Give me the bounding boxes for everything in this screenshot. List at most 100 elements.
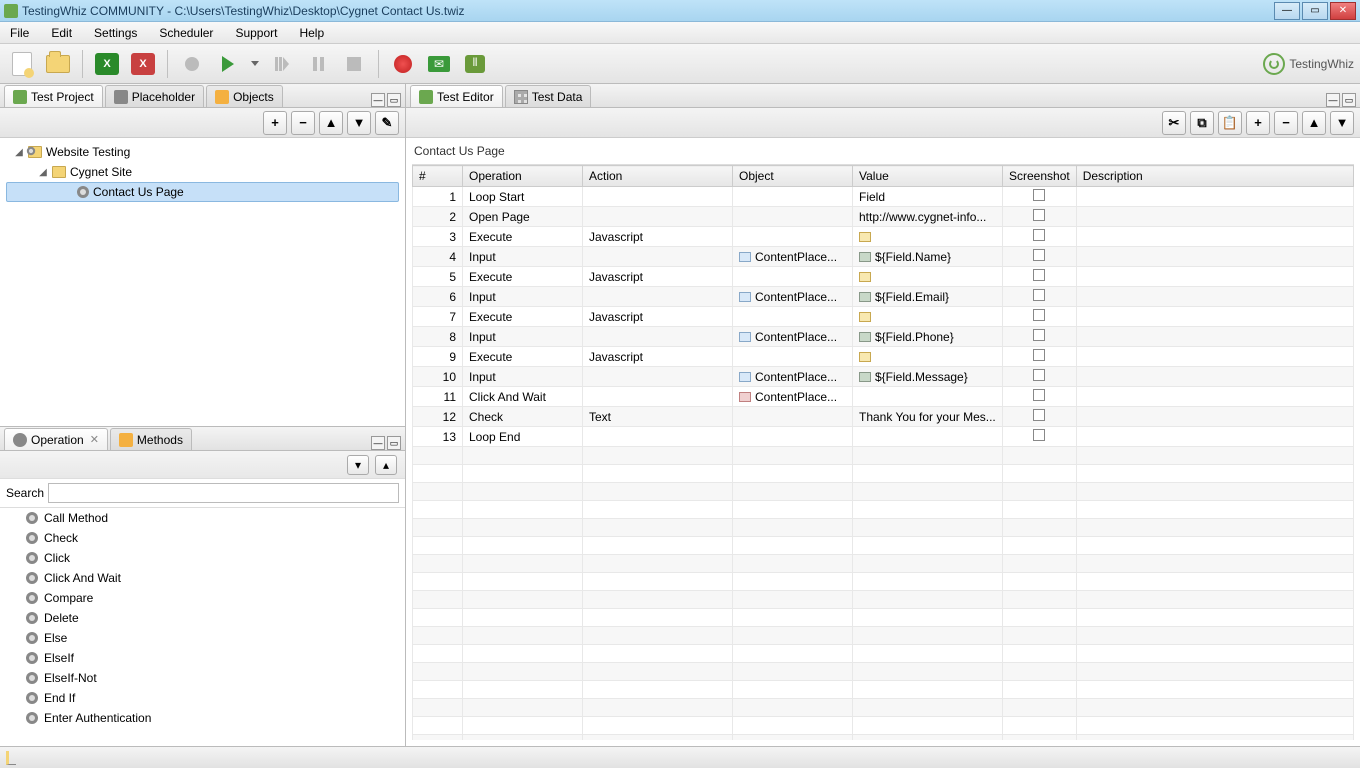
cell-screenshot[interactable] [1003,287,1077,307]
expand-icon[interactable]: ◢ [14,147,24,158]
misc-button[interactable]: ⦀ [459,48,491,80]
row-down-button[interactable]: ▼ [1330,111,1354,135]
operation-list[interactable]: Call MethodCheckClickClick And WaitCompa… [0,508,405,746]
cell-operation[interactable]: Execute [463,227,583,247]
tab-test-data[interactable]: Test Data [505,85,592,107]
cell-description[interactable] [1076,267,1353,287]
tab-close-icon[interactable]: ✕ [90,433,99,446]
tab-objects[interactable]: Objects [206,85,283,107]
operation-item[interactable]: Click [0,548,405,568]
menu-scheduler[interactable]: Scheduler [155,24,217,42]
table-row-empty[interactable] [413,555,1354,573]
cell-value[interactable]: Thank You for your Mes... [853,407,1003,427]
minimize-button[interactable]: — [1274,2,1300,20]
table-row[interactable]: 9ExecuteJavascript [413,347,1354,367]
tree-root[interactable]: ◢ Website Testing [4,142,401,162]
cell-screenshot[interactable] [1003,427,1077,447]
export-excel-button[interactable] [91,48,123,80]
table-row[interactable]: 1Loop StartField [413,187,1354,207]
table-row[interactable]: 3ExecuteJavascript [413,227,1354,247]
cut-button[interactable]: ✂ [1162,111,1186,135]
column-header[interactable]: Action [583,166,733,187]
menu-edit[interactable]: Edit [47,24,76,42]
checkbox[interactable] [1033,429,1045,441]
cell-description[interactable] [1076,327,1353,347]
table-row-empty[interactable] [413,501,1354,519]
search-input[interactable] [48,483,399,503]
play-button[interactable] [212,48,244,80]
cell-action[interactable]: Javascript [583,307,733,327]
expand-icon[interactable]: ◢ [38,167,48,178]
menu-support[interactable]: Support [231,24,281,42]
operation-item[interactable]: ElseIf [0,648,405,668]
cell-description[interactable] [1076,347,1353,367]
pane-maximize[interactable]: ▭ [387,436,401,450]
cell-description[interactable] [1076,207,1353,227]
table-row-empty[interactable] [413,609,1354,627]
pane-maximize[interactable]: ▭ [387,93,401,107]
cell-screenshot[interactable] [1003,207,1077,227]
table-row[interactable]: 6InputContentPlace...${Field.Email} [413,287,1354,307]
cell-screenshot[interactable] [1003,307,1077,327]
table-row[interactable]: 4InputContentPlace...${Field.Name} [413,247,1354,267]
menu-settings[interactable]: Settings [90,24,141,42]
checkbox[interactable] [1033,229,1045,241]
paste-button[interactable]: 📋 [1218,111,1242,135]
cell-screenshot[interactable] [1003,407,1077,427]
cell-value[interactable] [853,227,1003,247]
cell-action[interactable] [583,427,733,447]
cell-description[interactable] [1076,227,1353,247]
table-row-empty[interactable] [413,483,1354,501]
tree-child[interactable]: ◢ Cygnet Site [4,162,401,182]
cell-value[interactable]: http://www.cygnet-info... [853,207,1003,227]
cell-screenshot[interactable] [1003,227,1077,247]
move-down-button[interactable]: ▼ [347,111,371,135]
cell-screenshot[interactable] [1003,327,1077,347]
table-row-empty[interactable] [413,447,1354,465]
stop-button[interactable] [338,48,370,80]
add-button[interactable]: + [263,111,287,135]
cell-description[interactable] [1076,187,1353,207]
tab-test-editor[interactable]: Test Editor [410,85,503,107]
close-button[interactable]: ✕ [1330,2,1356,20]
table-row-empty[interactable] [413,735,1354,741]
column-header[interactable]: Description [1076,166,1353,187]
import-excel-button[interactable] [127,48,159,80]
cell-action[interactable] [583,207,733,227]
cell-operation[interactable]: Execute [463,267,583,287]
record-button[interactable] [176,48,208,80]
checkbox[interactable] [1033,349,1045,361]
checkbox[interactable] [1033,189,1045,201]
checkbox[interactable] [1033,389,1045,401]
operation-item[interactable]: Check [0,528,405,548]
operation-item[interactable]: Enter Authentication [0,708,405,728]
cell-action[interactable] [583,387,733,407]
cell-screenshot[interactable] [1003,267,1077,287]
menu-help[interactable]: Help [295,24,328,42]
checkbox[interactable] [1033,209,1045,221]
operation-item[interactable]: ElseIf-Not [0,668,405,688]
cell-screenshot[interactable] [1003,367,1077,387]
cell-operation[interactable]: Input [463,327,583,347]
checkbox[interactable] [1033,289,1045,301]
cell-description[interactable] [1076,247,1353,267]
cell-action[interactable]: Javascript [583,267,733,287]
pane-maximize[interactable]: ▭ [1342,93,1356,107]
project-tree[interactable]: ◢ Website Testing ◢ Cygnet Site Contact … [0,138,405,426]
move-up-button[interactable]: ▲ [319,111,343,135]
maximize-button[interactable]: ▭ [1302,2,1328,20]
row-up-button[interactable]: ▲ [1302,111,1326,135]
cell-value[interactable] [853,347,1003,367]
checkbox[interactable] [1033,409,1045,421]
open-button[interactable] [42,48,74,80]
operation-item[interactable]: Call Method [0,508,405,528]
menu-file[interactable]: File [6,24,33,42]
cell-action[interactable]: Text [583,407,733,427]
cell-description[interactable] [1076,287,1353,307]
table-row-empty[interactable] [413,717,1354,735]
column-header[interactable]: Screenshot [1003,166,1077,187]
cell-operation[interactable]: Input [463,287,583,307]
cell-object[interactable]: ContentPlace... [733,367,853,387]
cell-operation[interactable]: Open Page [463,207,583,227]
checkbox[interactable] [1033,309,1045,321]
